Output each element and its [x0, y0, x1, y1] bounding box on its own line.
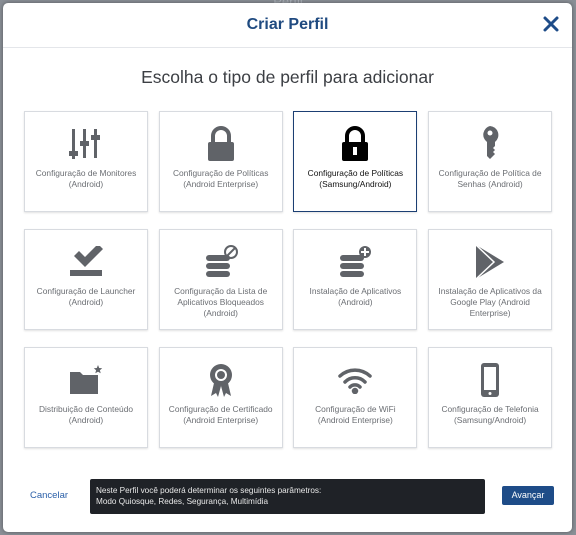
card-label: Configuração de Políticas (Samsung/Androi…: [307, 168, 404, 189]
folder-icon: [25, 362, 147, 398]
card-monitor-config[interactable]: Configuração de Monitores (Android): [24, 111, 148, 212]
card-label: Configuração de Launcher (Android): [36, 286, 136, 307]
modal-subtitle: Escolha o tipo de perfil para adicionar: [141, 67, 434, 87]
lock-icon: [160, 126, 282, 162]
card-install-apps[interactable]: Instalação de Aplicativos (Android): [293, 229, 418, 330]
modal-title: Criar Perfil: [246, 16, 329, 33]
card-google-play-apps[interactable]: Instalação de Aplicativos da Google Play …: [428, 229, 553, 330]
card-policy-config-samsung[interactable]: Configuração de Políticas (Samsung/Androi…: [293, 111, 418, 212]
info-line-2: Modo Quiosque, Redes, Segurança, Multimí…: [96, 497, 269, 506]
card-telephony-config[interactable]: Configuração de Telefonia (Samsung/Androi…: [428, 347, 553, 448]
next-button[interactable]: Avançar: [502, 486, 554, 505]
card-label: Configuração de Política de Senhas (Andro…: [438, 168, 542, 189]
profile-info-box: Neste Perfil você poderá determinar os s…: [90, 479, 485, 514]
card-blocked-apps[interactable]: Configuração da Lista de Aplicativos Bloq…: [158, 229, 283, 330]
blocked-apps-icon: [160, 244, 282, 280]
card-label: Instalação de Aplicativos da Google Play …: [438, 286, 542, 318]
info-line-1: Neste Perfil você poderá determinar os s…: [96, 486, 322, 495]
lock-icon: [294, 126, 416, 162]
card-wifi-config[interactable]: Configuração de WiFi (Android Enterprise): [293, 347, 418, 448]
card-label: Distribuição de Conteúdo (Android): [38, 404, 134, 425]
launcher-icon: [25, 244, 147, 280]
modal-header: Criar Perfil: [3, 3, 572, 48]
certificate-icon: [160, 362, 282, 398]
card-policy-config-enterprise[interactable]: Configuração de Políticas (Android Enterp…: [158, 111, 283, 212]
card-certificate-config[interactable]: Configuração de Certificado (Android Ente…: [158, 347, 283, 448]
wifi-icon: [294, 362, 416, 398]
key-icon: [429, 126, 551, 162]
card-label: Configuração de WiFi (Android Enterprise): [315, 404, 396, 425]
card-label: Instalação de Aplicativos (Android): [309, 286, 402, 307]
card-content-distribution[interactable]: Distribuição de Conteúdo (Android): [24, 347, 148, 448]
card-label: Configuração de Certificado (Android Ente…: [168, 404, 273, 425]
card-launcher-config[interactable]: Configuração de Launcher (Android): [24, 229, 148, 330]
install-apps-icon: [294, 244, 416, 280]
close-icon[interactable]: [540, 13, 562, 35]
create-profile-modal: Criar Perfil Escolha o tipo de perfil pa…: [3, 3, 572, 532]
card-label: Configuração de Monitores (Android): [35, 168, 137, 189]
play-store-icon: [429, 244, 551, 280]
phone-icon: [429, 362, 551, 398]
card-label: Configuração de Políticas (Android Enterp…: [172, 168, 269, 189]
sliders-icon: [25, 126, 147, 162]
card-label: Configuração de Telefonia (Samsung/Androi…: [441, 404, 539, 425]
cancel-button[interactable]: Cancelar: [30, 490, 68, 501]
card-label: Configuração da Lista de Aplicativos Bloq…: [174, 286, 268, 318]
card-password-policy[interactable]: Configuração de Política de Senhas (Andro…: [428, 111, 553, 212]
profile-type-grid: Configuração de Monitores (Android) Confi…: [24, 111, 553, 448]
